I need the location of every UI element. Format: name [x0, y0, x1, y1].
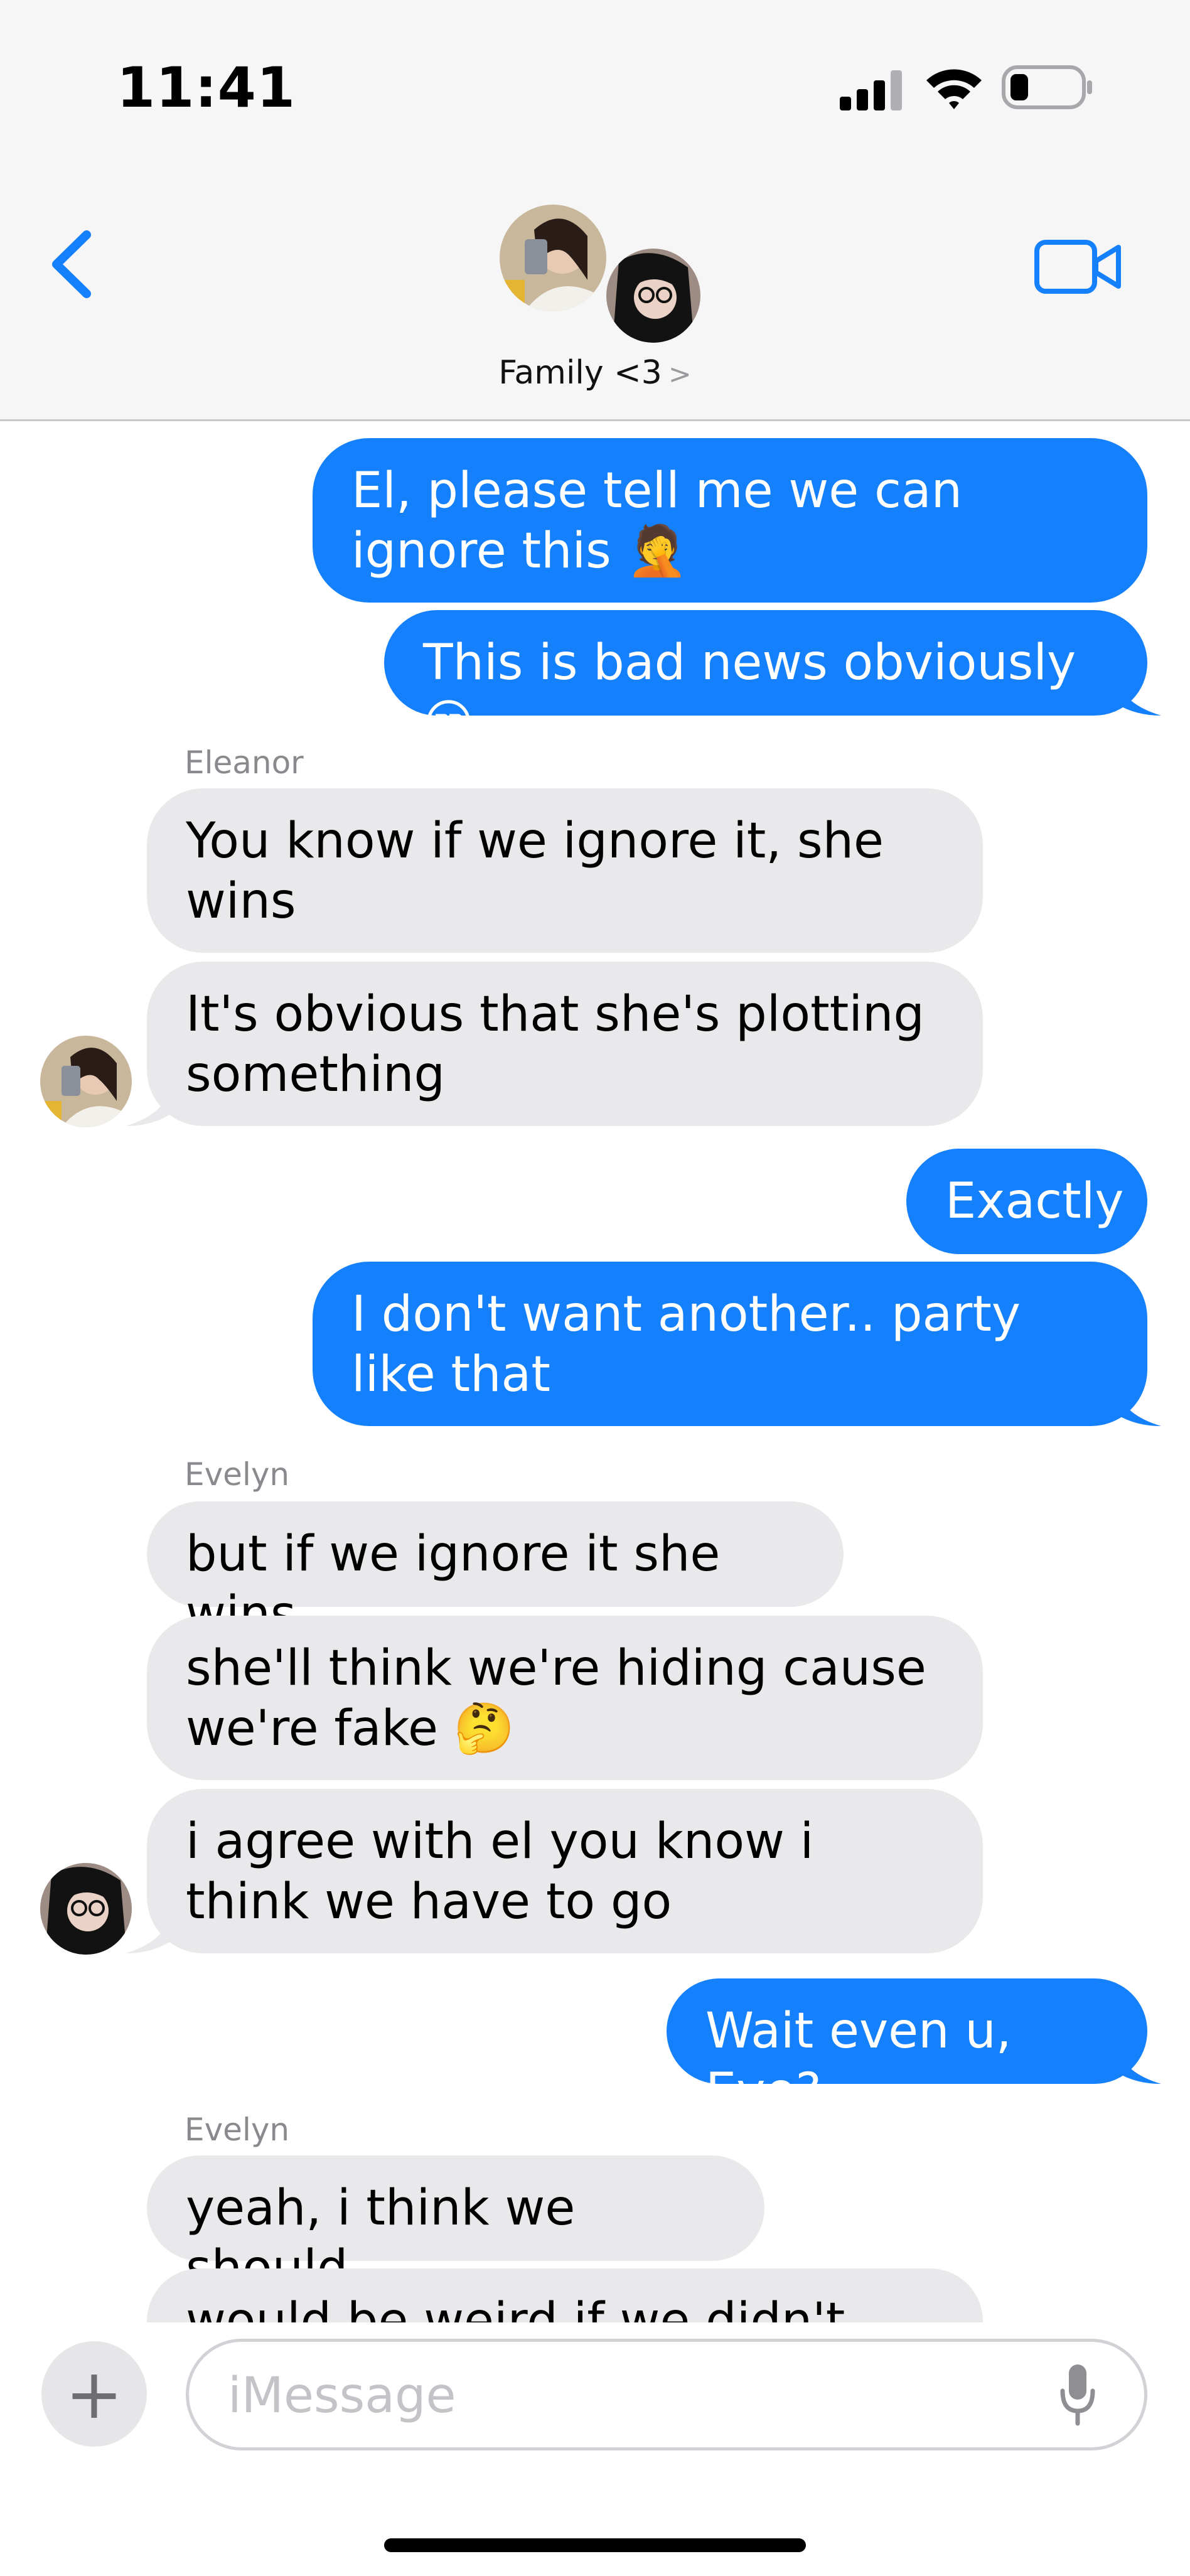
status-time: 11:41: [117, 55, 296, 120]
avatar-eleanor[interactable]: [40, 1036, 132, 1127]
message-bubble-incoming[interactable]: but if we ignore it she wins: [147, 1501, 844, 1643]
bubble-tail: [1117, 1390, 1161, 1426]
plus-button[interactable]: +: [41, 2341, 147, 2447]
message-bubble-outgoing[interactable]: I don't want another.. party like that: [313, 1262, 1147, 1426]
microphone-icon[interactable]: [1058, 2362, 1098, 2427]
cellular-signal-icon: [840, 70, 902, 110]
group-avatar-evelyn[interactable]: [604, 246, 703, 345]
back-button[interactable]: [48, 230, 98, 299]
message-bubble-incoming[interactable]: You know if we ignore it, she wins: [147, 788, 983, 953]
message-bubble-outgoing[interactable]: This is bad news obviously 😒: [384, 610, 1147, 751]
message-input-container[interactable]: [186, 2339, 1147, 2450]
message-input[interactable]: [227, 2361, 1045, 2431]
bubble-tail: [126, 1090, 169, 1126]
bubble-tail: [126, 1917, 169, 1953]
bubble-tail: [1117, 679, 1161, 716]
sender-name: Eleanor: [185, 744, 304, 781]
message-bubble-incoming[interactable]: It's obvious that she's plotting somethi…: [147, 962, 983, 1126]
group-avatar-eleanor[interactable]: [500, 205, 606, 311]
sender-name: Evelyn: [185, 1456, 290, 1493]
chevron-right-icon: >: [668, 358, 692, 390]
message-bubble-outgoing[interactable]: Exactly: [906, 1149, 1147, 1254]
plus-icon: +: [65, 2354, 124, 2434]
group-name-label: Family <3: [498, 354, 662, 392]
conversation-header: 11:41 Family <3 >: [0, 0, 1190, 421]
video-call-button[interactable]: [1034, 239, 1122, 295]
home-indicator: [384, 2538, 806, 2552]
back-chevron-icon: [52, 230, 91, 298]
bubble-tail: [1117, 2047, 1161, 2084]
message-bubble-incoming[interactable]: she'll think we're hiding cause we're fa…: [147, 1616, 983, 1780]
wifi-icon: [926, 69, 982, 109]
message-bubble-outgoing[interactable]: El, please tell me we can ignore this 🤦: [313, 438, 1147, 603]
battery-icon: [1002, 65, 1092, 109]
message-bubble-outgoing[interactable]: Wait even u, Eve?: [667, 1978, 1147, 2120]
video-camera-icon: [1034, 240, 1121, 294]
avatar-evelyn[interactable]: [40, 1863, 132, 1955]
group-name[interactable]: Family <3 >: [0, 354, 1190, 392]
sender-name: Evelyn: [185, 2112, 290, 2148]
message-bubble-incoming[interactable]: yeah, i think we should: [147, 2155, 764, 2297]
message-bubble-incoming[interactable]: i agree with el you know i think we have…: [147, 1789, 983, 1953]
